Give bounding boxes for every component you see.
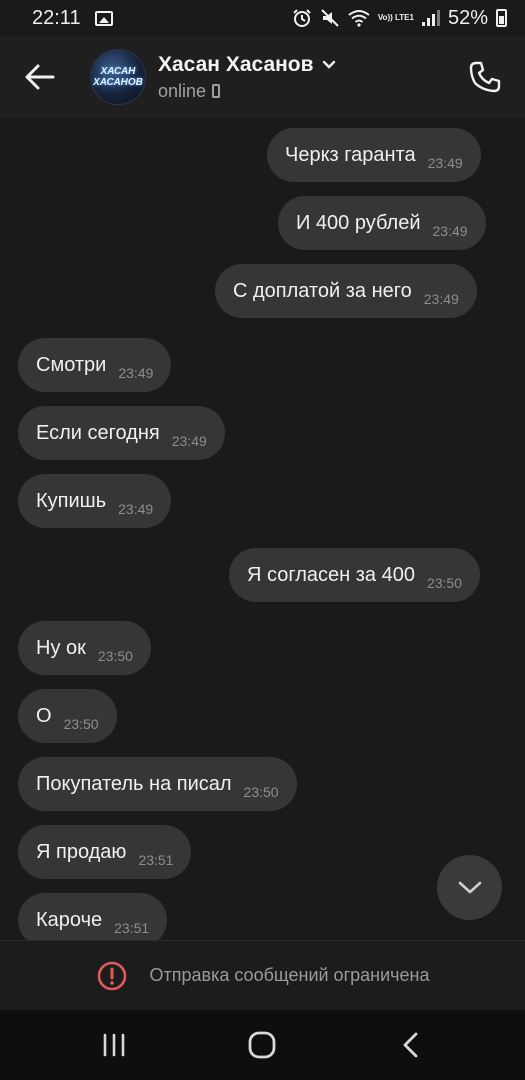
home-icon xyxy=(249,1031,276,1059)
mobile-device-icon xyxy=(212,84,221,98)
message-time: 23:50 xyxy=(97,648,133,664)
message-text: Я продаю xyxy=(36,840,127,863)
chat-screen: 22:11 Vo)) LTE1 52% ХАСАН ХАСАНОВ Хасан … xyxy=(0,0,525,1080)
recent-apps-button[interactable] xyxy=(74,1015,154,1075)
message-bubble-incoming[interactable]: О 23:50 xyxy=(18,689,117,743)
chevron-down-icon xyxy=(322,60,335,69)
message-bubble-incoming[interactable]: Покупатель на писал 23:50 xyxy=(18,757,297,811)
message-text: С доплатой за него xyxy=(233,279,412,302)
message-list[interactable]: Черкз гаранта 23:49 И 400 рублей 23:49 С… xyxy=(0,118,525,940)
message-text: Кароче xyxy=(36,908,103,931)
chevron-down-icon xyxy=(458,881,481,893)
message-bubble-incoming[interactable]: Смотри 23:49 xyxy=(18,338,172,392)
alarm-icon xyxy=(293,9,311,27)
back-button[interactable] xyxy=(0,36,80,118)
chevron-left-icon xyxy=(403,1032,418,1058)
message-text: И 400 рублей xyxy=(296,211,421,234)
message-bubble-incoming[interactable]: Купишь 23:49 xyxy=(18,474,172,528)
message-text: Ну ок xyxy=(36,636,86,659)
call-button[interactable] xyxy=(445,36,525,118)
message-time: 23:49 xyxy=(423,291,459,307)
avatar-text-line2: ХАСАНОВ xyxy=(93,77,143,88)
battery-percent: 52% xyxy=(447,6,488,29)
signal-icon xyxy=(421,10,440,26)
messaging-restricted-bar: Отправка сообщений ограничена xyxy=(0,940,525,1010)
scroll-to-bottom-button[interactable] xyxy=(437,855,502,920)
wifi-icon xyxy=(348,10,370,27)
phone-icon xyxy=(469,61,501,93)
message-bubble-incoming[interactable]: Кароче 23:51 xyxy=(18,893,168,940)
chat-header: ХАСАН ХАСАНОВ Хасан Хасанов online xyxy=(0,36,525,118)
contact-info[interactable]: Хасан Хасанов online xyxy=(158,53,336,102)
message-time: 23:51 xyxy=(114,920,150,936)
message-bubble-outgoing[interactable]: Черкз гаранта 23:49 xyxy=(267,128,481,182)
message-time: 23:50 xyxy=(426,575,462,591)
message-text: Я согласен за 400 xyxy=(247,563,415,586)
avatar[interactable]: ХАСАН ХАСАНОВ xyxy=(90,49,146,105)
message-time: 23:51 xyxy=(138,852,174,868)
gallery-notification-icon xyxy=(94,10,113,26)
back-nav-button[interactable] xyxy=(371,1015,451,1075)
message-bubble-incoming[interactable]: Если сегодня 23:49 xyxy=(18,406,225,460)
message-text: О xyxy=(36,704,52,727)
message-text: Купишь xyxy=(36,489,107,512)
message-time: 23:49 xyxy=(171,433,207,449)
recent-apps-icon xyxy=(103,1033,125,1057)
message-time: 23:49 xyxy=(432,223,468,239)
message-text: Покупатель на писал xyxy=(36,772,232,795)
message-text: Черкз гаранта xyxy=(285,143,416,166)
mute-icon xyxy=(321,9,339,27)
message-bubble-incoming[interactable]: Ну ок 23:50 xyxy=(18,621,151,675)
message-bubble-outgoing[interactable]: С доплатой за него 23:49 xyxy=(215,264,477,318)
message-time: 23:50 xyxy=(63,716,99,732)
message-text: Смотри xyxy=(36,353,107,376)
arrow-left-icon xyxy=(25,64,55,90)
contact-status: online xyxy=(158,80,207,101)
contact-name: Хасан Хасанов xyxy=(158,52,314,76)
battery-icon xyxy=(496,9,507,27)
message-time: 23:49 xyxy=(118,501,154,517)
avatar-text-line1: ХАСАН xyxy=(100,66,136,77)
home-button[interactable] xyxy=(222,1015,302,1075)
status-bar: 22:11 Vo)) LTE1 52% xyxy=(0,0,525,36)
restriction-text: Отправка сообщений ограничена xyxy=(149,965,430,985)
message-time: 23:50 xyxy=(243,784,279,800)
message-time: 23:49 xyxy=(118,365,154,381)
system-navigation-bar xyxy=(0,1010,525,1080)
alert-circle-icon xyxy=(97,961,126,990)
volte-label: Vo)) LTE1 xyxy=(377,13,414,22)
message-time: 23:49 xyxy=(427,155,463,171)
message-bubble-outgoing[interactable]: И 400 рублей 23:49 xyxy=(278,196,486,250)
message-bubble-incoming[interactable]: Я продаю 23:51 xyxy=(18,825,192,879)
message-bubble-outgoing[interactable]: Я согласен за 400 23:50 xyxy=(229,548,480,602)
status-time: 22:11 xyxy=(32,6,81,29)
message-text: Если сегодня xyxy=(36,421,160,444)
